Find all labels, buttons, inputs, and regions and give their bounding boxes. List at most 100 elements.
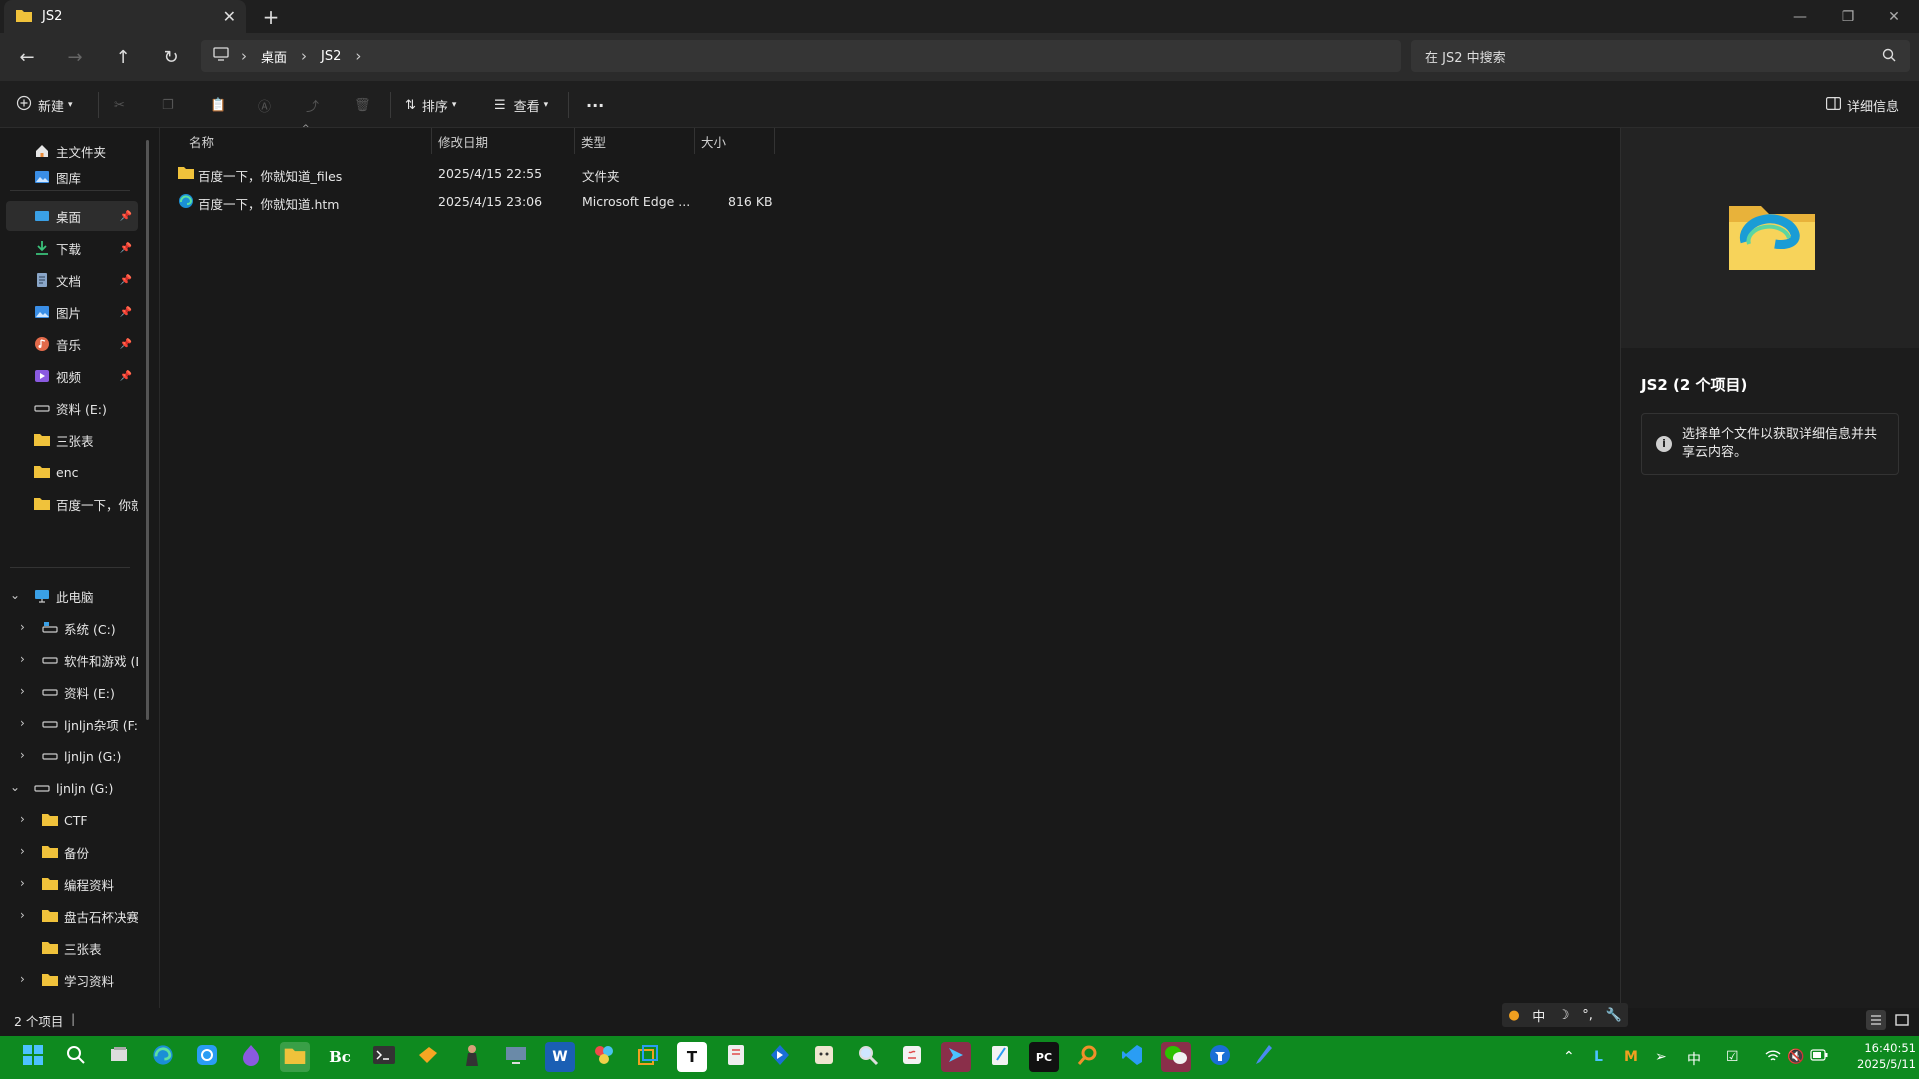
sidebar-item-drive-f[interactable]: › ljnljn杂项 (F:) — [6, 709, 138, 739]
taskbar-sticky[interactable] — [413, 1042, 443, 1072]
column-header-type[interactable]: 类型 — [575, 128, 695, 154]
taskbar-everything[interactable] — [1073, 1042, 1103, 1072]
moon-icon[interactable]: ☽ — [1558, 1008, 1570, 1023]
chevron-right-icon[interactable]: › — [20, 652, 25, 666]
taskbar-pycharm[interactable]: PC — [1029, 1042, 1059, 1072]
sidebar-item-folder[interactable]: › 盘古石杯决赛 — [6, 901, 138, 931]
taskbar-terminal[interactable] — [369, 1042, 399, 1072]
sidebar-item-documents[interactable]: 文档 📌 — [6, 265, 138, 295]
pin-icon[interactable]: 📌 — [120, 339, 132, 350]
cut-button[interactable]: ✂ — [114, 91, 125, 119]
chevron-right-icon[interactable]: › — [20, 716, 25, 730]
column-header-modified[interactable]: 修改日期 — [432, 128, 575, 154]
breadcrumb-js2[interactable]: JS2 — [321, 49, 341, 64]
up-button[interactable]: ↑ — [108, 44, 138, 70]
sidebar-item-folder[interactable]: enc — [6, 457, 138, 487]
tab-js2[interactable]: JS2 ✕ — [4, 0, 246, 33]
chevron-down-icon[interactable]: ⌄ — [10, 588, 20, 602]
sidebar-item-drive-e[interactable]: 资料 (E:) — [6, 393, 138, 423]
sidebar-item-downloads[interactable]: 下载 📌 — [6, 233, 138, 263]
refresh-button[interactable]: ↻ — [156, 44, 186, 70]
chevron-right-icon[interactable]: › — [20, 748, 25, 762]
copy-button[interactable]: ❐ — [162, 91, 174, 119]
sidebar-item-desktop[interactable]: 桌面 📌 — [6, 201, 138, 231]
taskbar-vpn[interactable] — [941, 1042, 971, 1072]
taskbar-qq-browser[interactable] — [192, 1042, 222, 1072]
taskbar-notepad[interactable] — [985, 1042, 1015, 1072]
sidebar-scrollbar[interactable] — [146, 140, 149, 720]
more-options-button[interactable]: ··· — [586, 91, 604, 119]
tray-send-icon[interactable]: ➢ — [1655, 1049, 1667, 1065]
wrench-icon[interactable]: 🔧 — [1605, 1008, 1621, 1023]
ime-language[interactable]: 中 — [1532, 1006, 1545, 1025]
restore-button[interactable]: ❐ — [1825, 0, 1871, 33]
pin-icon[interactable]: 📌 — [120, 243, 132, 254]
tray-app-m-icon[interactable]: M — [1624, 1049, 1638, 1065]
sidebar-item-this-pc[interactable]: ⌄ 此电脑 — [6, 581, 138, 611]
volume-muted-icon[interactable]: 🔇 — [1787, 1049, 1804, 1065]
search-button[interactable] — [61, 1042, 91, 1072]
sidebar-item-drive-g-expanded[interactable]: ⌄ ljnljn (G:) — [6, 773, 138, 803]
delete-button[interactable]: 🗑 — [354, 91, 371, 119]
sidebar-item-drive-g[interactable]: › ljnljn (G:) — [6, 741, 138, 771]
pin-icon[interactable]: 📌 — [120, 211, 132, 222]
show-hidden-icons-button[interactable]: ⌃ — [1563, 1049, 1575, 1065]
taskbar-file-explorer[interactable] — [280, 1042, 310, 1072]
breadcrumb-desktop[interactable]: 桌面 — [261, 47, 287, 66]
sidebar-item-music[interactable]: 音乐 📌 — [6, 329, 138, 359]
file-list-area[interactable] — [159, 128, 1619, 1008]
pin-icon[interactable]: 📌 — [120, 307, 132, 318]
chevron-down-icon[interactable]: ⌄ — [10, 780, 20, 794]
pin-icon[interactable]: 📌 — [120, 275, 132, 286]
share-button[interactable]: ⤴ — [306, 91, 319, 119]
sidebar-item-folder[interactable]: › 备份 — [6, 837, 138, 867]
sort-button[interactable]: ⇅ 排序 ▾ — [405, 91, 456, 119]
view-button[interactable]: ☰ 查看 ▾ — [494, 91, 548, 119]
new-tab-button[interactable]: + — [258, 4, 284, 30]
sidebar-item-pictures[interactable]: 图片 📌 — [6, 297, 138, 327]
taskbar-word[interactable]: W — [545, 1042, 575, 1072]
sidebar-item-drive-c[interactable]: › 系统 (C:) — [6, 613, 138, 643]
sidebar-item-folder[interactable]: 百度一下，你就 — [6, 489, 138, 519]
pin-icon[interactable]: 📌 — [120, 371, 132, 382]
task-view-button[interactable] — [104, 1042, 134, 1072]
close-window-button[interactable]: ✕ — [1871, 0, 1917, 33]
close-tab-icon[interactable]: ✕ — [223, 7, 236, 26]
taskbar-java[interactable] — [897, 1042, 927, 1072]
tray-app-l-icon[interactable]: L — [1594, 1049, 1603, 1065]
minimize-button[interactable]: — — [1777, 0, 1823, 33]
ime-toolbar[interactable]: ● 中 ☽ °, 🔧 — [1502, 1003, 1628, 1027]
sidebar-item-drive-e2[interactable]: › 资料 (E:) — [6, 677, 138, 707]
taskbar-multicolor[interactable] — [589, 1042, 619, 1072]
chevron-right-icon[interactable]: › — [20, 876, 25, 890]
forward-button[interactable]: → — [60, 44, 90, 70]
rename-button[interactable]: Ⓐ — [258, 91, 271, 119]
sidebar-item-folder[interactable]: › CTF — [6, 805, 138, 835]
taskbar-app-purple[interactable] — [236, 1042, 266, 1072]
new-button[interactable]: 新建 ▾ — [16, 91, 73, 119]
details-pane-button[interactable]: 详细信息 — [1826, 91, 1899, 119]
sidebar-item-videos[interactable]: 视频 📌 — [6, 361, 138, 391]
sidebar-item-gallery[interactable]: 图库 — [6, 162, 138, 192]
taskbar-remote[interactable] — [501, 1042, 531, 1072]
wifi-icon[interactable] — [1765, 1049, 1781, 1067]
list-view-toggle[interactable] — [1866, 1010, 1886, 1030]
column-header-name[interactable]: 名称 ^ — [174, 124, 432, 154]
taskbar-pen[interactable] — [1249, 1042, 1279, 1072]
start-button[interactable] — [18, 1042, 48, 1072]
sidebar-item-folder[interactable]: › 学习资料 — [6, 965, 138, 995]
tray-ime-language[interactable]: 中 — [1687, 1049, 1701, 1069]
back-button[interactable]: ← — [12, 44, 42, 70]
chevron-right-icon[interactable]: › — [20, 972, 25, 986]
chevron-right-icon[interactable]: › — [20, 684, 25, 698]
taskbar-wechat[interactable] — [1161, 1042, 1191, 1072]
sidebar-item-folder[interactable]: 三张表 — [6, 933, 138, 963]
taskbar-snip[interactable] — [721, 1042, 751, 1072]
taskbar-screens[interactable] — [633, 1042, 663, 1072]
column-header-size[interactable]: 大小 — [695, 128, 775, 154]
file-row[interactable]: 百度一下，你就知道.htm 2025/4/15 23:06 Microsoft … — [174, 188, 774, 216]
chevron-right-icon[interactable]: › — [20, 908, 25, 922]
punctuation-icon[interactable]: °, — [1582, 1008, 1593, 1023]
battery-icon[interactable] — [1810, 1049, 1828, 1065]
tile-view-toggle[interactable] — [1892, 1010, 1912, 1030]
